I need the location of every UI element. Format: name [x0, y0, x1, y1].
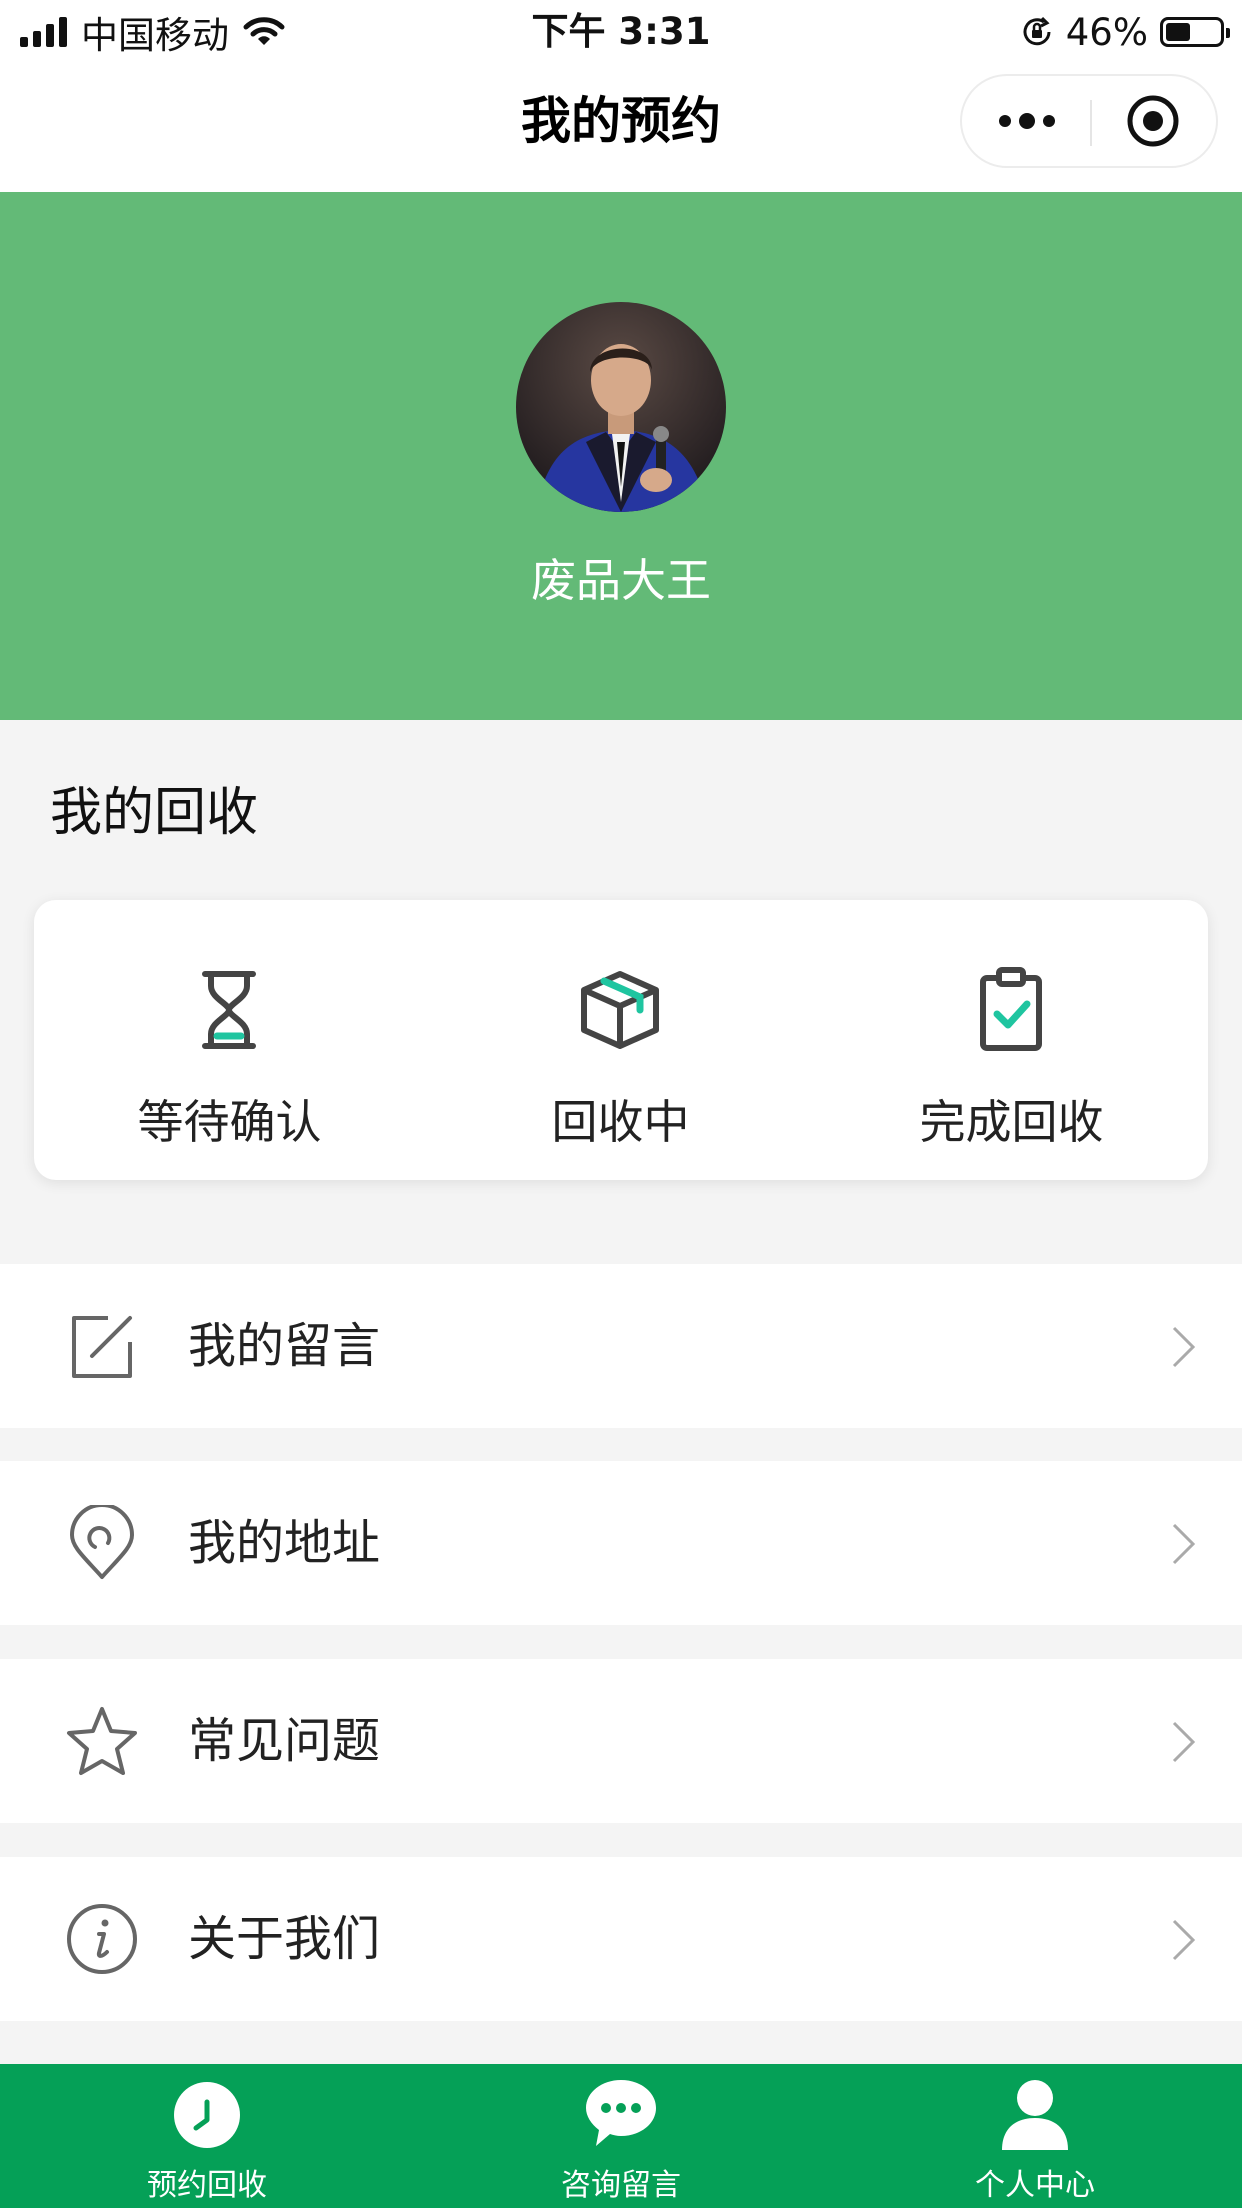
- chat-bubble-icon: [586, 2080, 656, 2146]
- menu-label: 我的地址: [188, 1515, 381, 1571]
- location-pin-icon: [70, 1505, 134, 1579]
- chevron-right-icon: [1172, 1919, 1196, 1961]
- recycle-status-card: 等待确认 回收中 完成回收: [34, 900, 1208, 1180]
- chevron-right-icon: [1172, 1326, 1196, 1368]
- profile-header: 废品大王: [0, 192, 1242, 720]
- box-icon: [581, 971, 659, 1049]
- username: 废品大王: [530, 554, 711, 607]
- star-icon: [67, 1707, 137, 1775]
- tab-profile[interactable]: 个人中心: [828, 2064, 1242, 2208]
- status-item-pending[interactable]: 等待确认: [34, 900, 425, 1180]
- chevron-right-icon: [1172, 1721, 1196, 1763]
- clipboard-check-icon: [980, 967, 1042, 1051]
- chevron-right-icon: [1172, 1523, 1196, 1565]
- battery-percent: 46%: [1065, 10, 1148, 54]
- edit-icon: [72, 1316, 132, 1378]
- battery-level: [1166, 23, 1190, 41]
- hourglass-icon: [202, 971, 256, 1049]
- menu-label: 关于我们: [188, 1911, 381, 1967]
- info-icon: [67, 1904, 137, 1974]
- nav-bar: 我的预约: [0, 64, 1242, 192]
- status-label: 回收中: [551, 1095, 690, 1149]
- section-title-my-recycle: 我的回收: [50, 783, 259, 843]
- tab-label: 个人中心: [975, 2168, 1095, 2203]
- capsule-divider: [1090, 100, 1092, 146]
- status-label: 等待确认: [137, 1095, 322, 1149]
- status-label: 完成回收: [919, 1095, 1104, 1149]
- orientation-lock-icon: [1023, 16, 1051, 46]
- tab-label: 预约回收: [147, 2168, 267, 2203]
- clock-icon: [174, 2082, 240, 2148]
- tab-bar: 预约回收 咨询留言 个人中心: [0, 2064, 1242, 2208]
- target-circle-icon[interactable]: [1126, 94, 1180, 148]
- menu-item-faq[interactable]: 常见问题: [0, 1659, 1242, 1823]
- more-dots-icon[interactable]: [992, 76, 1062, 166]
- avatar[interactable]: [516, 302, 726, 512]
- status-right: 46%: [1020, 8, 1230, 56]
- tab-consult[interactable]: 咨询留言: [414, 2064, 828, 2208]
- menu-item-my-messages[interactable]: 我的留言: [0, 1264, 1242, 1428]
- mini-program-capsule: [960, 74, 1218, 168]
- status-bar: 中国移动 下午 3:31 46%: [0, 0, 1242, 64]
- status-item-completed[interactable]: 完成回收: [816, 900, 1207, 1180]
- menu-item-my-address[interactable]: 我的地址: [0, 1461, 1242, 1625]
- tab-booking[interactable]: 预约回收: [0, 2064, 414, 2208]
- tab-label: 咨询留言: [561, 2168, 681, 2203]
- battery-icon: [1160, 17, 1230, 47]
- user-icon: [1002, 2080, 1068, 2150]
- menu-label: 常见问题: [188, 1713, 381, 1769]
- status-item-in-progress[interactable]: 回收中: [425, 900, 816, 1180]
- menu-item-about-us[interactable]: 关于我们: [0, 1857, 1242, 2021]
- menu-label: 我的留言: [188, 1318, 381, 1374]
